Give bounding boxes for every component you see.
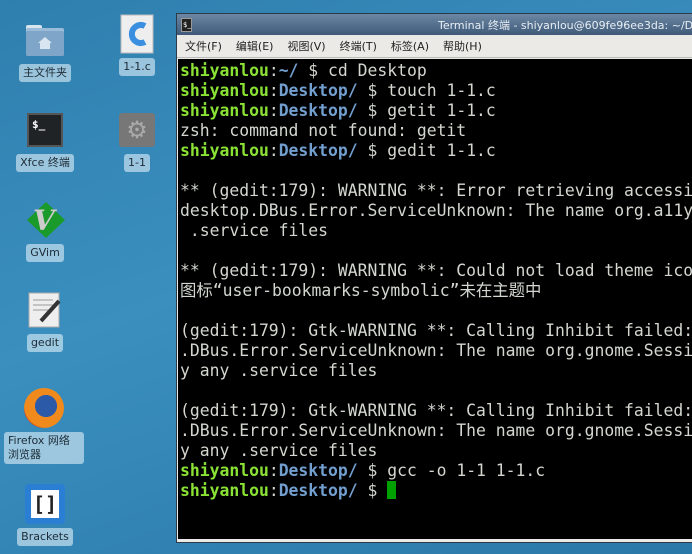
terminal-line: shiyanlou:~/ $ cd Desktop [180, 61, 692, 81]
terminal-line: shiyanlou:Desktop/ $ [180, 481, 692, 501]
terminal-text: : [268, 481, 279, 500]
desktop-icon-label: Brackets [17, 528, 73, 546]
terminal-line: shiyanlou:Desktop/ $ gedit 1-1.c [180, 141, 692, 161]
terminal-output[interactable]: shiyanlou:~/ $ cd Desktop shiyanlou:Deskt… [178, 59, 692, 539]
terminal-text: zsh: command not found: getit [180, 121, 467, 140]
terminal-text: y any .service files [180, 441, 378, 460]
terminal-line: .DBus.Error.ServiceUnknown: The name org… [180, 421, 692, 441]
menu-bar: 文件(F) 编辑(E) 视图(V) 终端(T) 标签(A) 帮助(H) [177, 35, 692, 58]
menu-tabs[interactable]: 标签(A) [391, 38, 429, 54]
prompt-path: Desktop/ [278, 81, 358, 100]
prompt-path: ~/ [278, 61, 299, 80]
executable-gear-icon: ⚙ [117, 110, 157, 150]
prompt-path: Desktop/ [278, 141, 358, 160]
desktop-icon-c-file[interactable]: 1-1.c [92, 14, 182, 76]
terminal-line: shiyanlou:Desktop/ $ gcc -o 1-1 1-1.c [180, 461, 692, 481]
prompt-user: shiyanlou [180, 481, 269, 500]
prompt-user: shiyanlou [180, 61, 269, 80]
terminal-line: desktop.DBus.Error.ServiceUnknown: The n… [180, 201, 692, 221]
terminal-text: .DBus.Error.ServiceUnknown: The name org… [180, 421, 692, 440]
terminal-text: : [268, 81, 279, 100]
terminal-line: (gedit:179): Gtk-WARNING **: Calling Inh… [180, 401, 692, 421]
terminal-app-icon: $_ [181, 17, 192, 32]
prompt-path: Desktop/ [278, 101, 358, 120]
terminal-text: (gedit:179): Gtk-WARNING **: Calling Inh… [180, 321, 692, 340]
terminal-text: (gedit:179): Gtk-WARNING **: Calling Inh… [180, 401, 692, 420]
terminal-text: y any .service files [180, 361, 378, 380]
desktop-icon-label: 主文件夹 [19, 64, 71, 82]
desktop-icon-label: Xfce 终端 [16, 154, 74, 172]
terminal-text: : [268, 101, 279, 120]
terminal-line: shiyanlou:Desktop/ $ touch 1-1.c [180, 81, 692, 101]
terminal-text: $ gcc -o 1-1 1-1.c [357, 461, 546, 480]
terminal-text: .DBus.Error.ServiceUnknown: The name org… [180, 341, 692, 360]
terminal-line: y any .service files [180, 361, 692, 381]
terminal-text: desktop.DBus.Error.ServiceUnknown: The n… [180, 201, 692, 220]
terminal-text: : [268, 141, 279, 160]
text-editor-icon [25, 290, 65, 330]
desktop-icon-label: 1-1.c [119, 58, 155, 76]
terminal-text: ** (gedit:179): WARNING **: Could not lo… [180, 261, 692, 280]
terminal-line: ** (gedit:179): WARNING **: Could not lo… [180, 261, 692, 281]
prompt-user: shiyanlou [180, 101, 269, 120]
menu-edit[interactable]: 编辑(E) [236, 38, 274, 54]
home-folder-icon [25, 20, 65, 60]
desktop-icon-executable[interactable]: ⚙ 1-1 [92, 110, 182, 172]
terminal-line: shiyanlou:Desktop/ $ getit 1-1.c [180, 101, 692, 121]
terminal-icon: $_ [25, 110, 65, 150]
prompt-path: Desktop/ [278, 461, 358, 480]
terminal-text: : [268, 461, 279, 480]
terminal-text: $ [357, 481, 388, 500]
desktop-icon-gedit[interactable]: gedit [0, 290, 90, 352]
terminal-text: 图标“user-bookmarks-symbolic”未在主题中 [180, 281, 542, 300]
desktop-icon-label: GVim [26, 244, 64, 262]
prompt-user: shiyanlou [180, 81, 269, 100]
terminal-text: $ touch 1-1.c [357, 81, 496, 100]
prompt-user: shiyanlou [180, 141, 269, 160]
terminal-cursor [387, 481, 397, 499]
window-title: Terminal 终端 - shiyanlou@609fe96ee3da: ~/… [437, 18, 692, 32]
terminal-line: y any .service files [180, 441, 692, 461]
window-titlebar[interactable]: $_ Terminal 终端 - shiyanlou@609fe96ee3da:… [177, 14, 692, 35]
terminal-text: $ cd Desktop [298, 61, 427, 80]
terminal-line: 图标“user-bookmarks-symbolic”未在主题中 [180, 281, 692, 301]
desktop-icon-gvim[interactable]: V GVim [0, 200, 90, 262]
menu-terminal[interactable]: 终端(T) [340, 38, 377, 54]
terminal-line: .DBus.Error.ServiceUnknown: The name org… [180, 341, 692, 361]
prompt-user: shiyanlou [180, 461, 269, 480]
terminal-window: $_ Terminal 终端 - shiyanlou@609fe96ee3da:… [176, 13, 692, 543]
firefox-icon [24, 388, 64, 428]
desktop-icon-brackets[interactable]: [] Brackets [0, 484, 90, 546]
terminal-text: ** (gedit:179): WARNING **: Error retrie… [180, 181, 692, 200]
terminal-line: zsh: command not found: getit [180, 121, 692, 141]
vim-icon: V [25, 200, 65, 240]
terminal-text: $ gedit 1-1.c [357, 141, 496, 160]
terminal-line: ** (gedit:179): WARNING **: Error retrie… [180, 181, 692, 201]
terminal-line: .service files [180, 221, 692, 241]
svg-text:V: V [33, 204, 58, 237]
desktop-icon-firefox[interactable]: Firefox 网络浏览器 [0, 388, 88, 464]
prompt-path: Desktop/ [278, 481, 358, 500]
menu-help[interactable]: 帮助(H) [443, 38, 482, 54]
menu-file[interactable]: 文件(F) [185, 38, 222, 54]
terminal-line: (gedit:179): Gtk-WARNING **: Calling Inh… [180, 321, 692, 341]
desktop-icon-terminal[interactable]: $_ Xfce 终端 [0, 110, 90, 172]
desktop-icon-label: 1-1 [124, 154, 150, 172]
terminal-text: : [268, 61, 279, 80]
desktop-icon-label: Firefox 网络浏览器 [4, 432, 84, 464]
desktop-icon-home[interactable]: 主文件夹 [0, 20, 90, 82]
terminal-text: .service files [180, 221, 329, 240]
terminal-text: $ getit 1-1.c [357, 101, 496, 120]
desktop-icon-label: gedit [26, 334, 64, 352]
menu-view[interactable]: 视图(V) [287, 38, 325, 54]
c-file-icon [117, 14, 157, 54]
brackets-icon: [] [25, 484, 65, 524]
